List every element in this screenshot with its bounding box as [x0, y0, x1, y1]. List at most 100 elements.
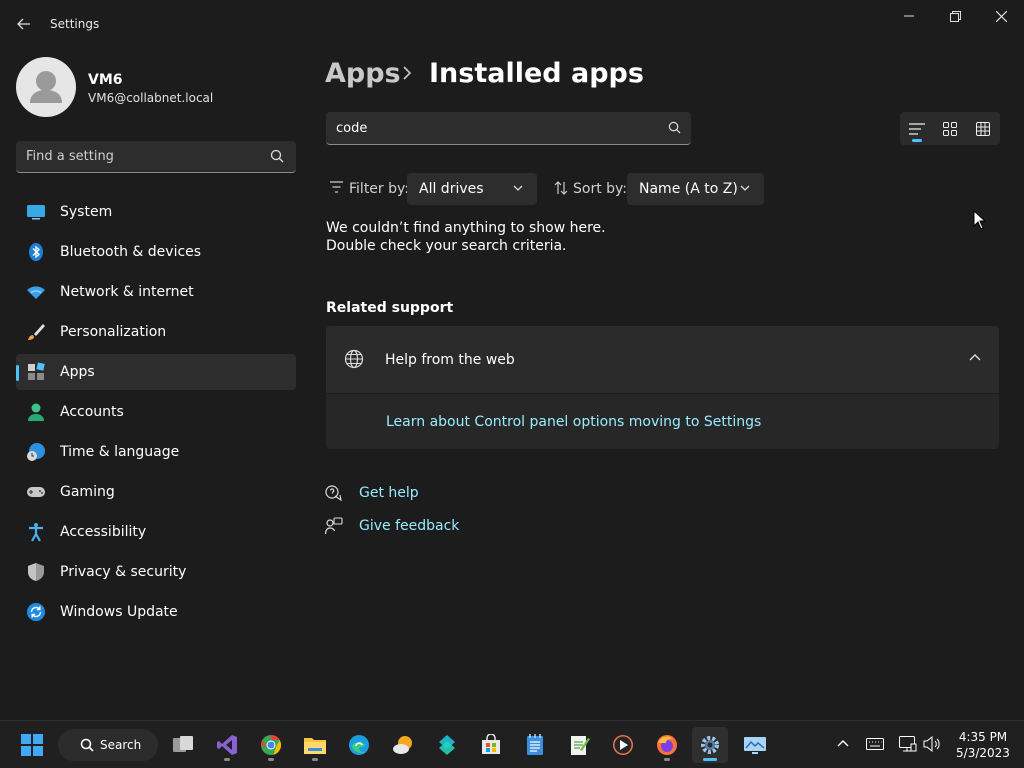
volume-icon[interactable] — [923, 736, 941, 752]
help-card-title: Help from the web — [385, 352, 515, 368]
sidebar-item-label: System — [60, 204, 113, 220]
feedback-icon — [325, 517, 343, 535]
taskbar-chrome[interactable] — [253, 727, 289, 763]
restore-icon — [949, 10, 961, 22]
sidebar-item-label: Time & language — [60, 444, 180, 460]
sidebar-item-bluetooth[interactable]: Bluetooth & devices — [16, 234, 296, 270]
help-card-body: Learn about Control panel options moving… — [326, 394, 999, 449]
taskbar-edge[interactable] — [341, 727, 377, 763]
sidebar-item-accessibility[interactable]: Accessibility — [16, 514, 296, 550]
shield-icon — [28, 563, 44, 581]
system-icon — [27, 205, 45, 220]
restore-button[interactable] — [932, 0, 978, 32]
sidebar-item-personalization[interactable]: Personalization — [16, 314, 296, 350]
taskbar-firefox[interactable] — [649, 727, 685, 763]
taskbar-code-app[interactable] — [429, 727, 465, 763]
clock-globe-icon — [27, 443, 45, 461]
list-view-icon — [908, 122, 925, 135]
control-panel-settings-link[interactable]: Learn about Control panel options moving… — [386, 414, 761, 430]
taskbar-visual-studio[interactable] — [209, 727, 245, 763]
weather-icon — [393, 736, 412, 754]
app-search-input[interactable] — [336, 112, 656, 144]
start-icon — [21, 734, 43, 756]
get-help-link[interactable]: Get help — [359, 485, 419, 501]
sidebar-item-time-language[interactable]: Time & language — [16, 434, 296, 470]
taskbar: Search 4:35 PM 5/3/2023 — [0, 720, 1024, 768]
edge-icon — [349, 735, 369, 755]
taskbar-file-explorer[interactable] — [297, 727, 333, 763]
tray-overflow-chevron-icon[interactable] — [837, 739, 849, 747]
store-icon — [482, 734, 500, 754]
brush-icon — [28, 324, 45, 340]
help-from-web-expander[interactable]: Help from the web — [326, 326, 999, 393]
get-help-icon — [325, 485, 342, 502]
running-indicator — [312, 758, 318, 761]
taskbar-task-view[interactable] — [165, 727, 201, 763]
globe-icon — [344, 349, 364, 369]
breadcrumb-apps-link[interactable]: Apps — [325, 58, 401, 89]
apps-icon — [28, 362, 45, 380]
taskbar-weather[interactable] — [385, 727, 421, 763]
minimize-button[interactable] — [886, 0, 932, 32]
sidebar-nav: System Bluetooth & devices Network & int… — [16, 194, 296, 634]
close-button[interactable] — [978, 0, 1024, 32]
close-icon — [995, 10, 1007, 22]
give-feedback-link[interactable]: Give feedback — [359, 518, 459, 534]
sidebar-item-accounts[interactable]: Accounts — [16, 394, 296, 430]
sidebar-item-gaming[interactable]: Gaming — [16, 474, 296, 510]
user-silhouette-icon — [30, 71, 62, 103]
taskbar-settings[interactable] — [692, 727, 728, 763]
sidebar-item-label: Gaming — [60, 484, 115, 500]
search-icon — [270, 149, 284, 163]
network-wired-icon[interactable] — [899, 736, 917, 752]
grid-view-button[interactable] — [933, 112, 966, 145]
sidebar-item-network[interactable]: Network & internet — [16, 274, 296, 310]
taskbar-clock-time[interactable]: 4:35 PM — [955, 730, 1011, 744]
find-setting-box[interactable] — [16, 141, 296, 173]
taskbar-search-button[interactable]: Search — [58, 729, 158, 761]
taskbar-store[interactable] — [473, 727, 509, 763]
list-view-button[interactable] — [900, 112, 933, 145]
keyboard-icon[interactable] — [866, 738, 884, 750]
taskbar-notepadpp[interactable] — [561, 727, 597, 763]
firefox-icon — [657, 735, 677, 755]
taskbar-notepad[interactable] — [517, 727, 553, 763]
media-player-icon — [613, 735, 633, 755]
accessibility-icon — [29, 523, 43, 542]
start-button[interactable] — [14, 727, 50, 763]
taskbar-search-label: Search — [100, 738, 142, 752]
sort-label: Sort by: — [573, 181, 628, 197]
sort-dropdown[interactable]: Name (A to Z) — [627, 173, 764, 205]
back-arrow-icon — [17, 18, 30, 30]
grid-view-icon — [942, 121, 957, 136]
chrome-icon — [260, 734, 282, 755]
mouse-cursor-icon — [973, 210, 987, 230]
sidebar-item-label: Bluetooth & devices — [60, 244, 202, 260]
back-button[interactable] — [12, 10, 36, 38]
filter-dropdown-value: All drives — [419, 181, 484, 197]
taskbar-media-player[interactable] — [605, 727, 641, 763]
taskbar-clock-date[interactable]: 5/3/2023 — [955, 746, 1011, 760]
avatar[interactable] — [16, 57, 76, 117]
sort-icon — [554, 181, 568, 195]
chevron-down-icon — [740, 185, 750, 191]
remote-desktop-icon — [744, 737, 766, 754]
user-email: VM6@collabnet.local — [88, 91, 214, 105]
sidebar-item-label: Accounts — [60, 404, 124, 420]
running-indicator — [268, 758, 274, 761]
filter-icon — [330, 181, 343, 193]
window-title: Settings — [50, 17, 100, 31]
filter-drives-dropdown[interactable]: All drives — [407, 173, 537, 205]
sidebar-item-windows-update[interactable]: Windows Update — [16, 594, 296, 630]
sidebar-item-system[interactable]: System — [16, 194, 296, 230]
running-indicator — [664, 758, 670, 761]
visual-studio-icon — [217, 735, 237, 755]
sidebar-item-privacy[interactable]: Privacy & security — [16, 554, 296, 590]
app-search-box[interactable] — [326, 112, 691, 145]
taskbar-remote-desktop[interactable] — [737, 727, 773, 763]
minimize-icon — [904, 15, 914, 17]
find-setting-input[interactable] — [26, 141, 266, 172]
sidebar-item-apps[interactable]: Apps — [16, 354, 296, 390]
tile-view-button[interactable] — [966, 112, 999, 145]
running-indicator — [224, 758, 230, 761]
